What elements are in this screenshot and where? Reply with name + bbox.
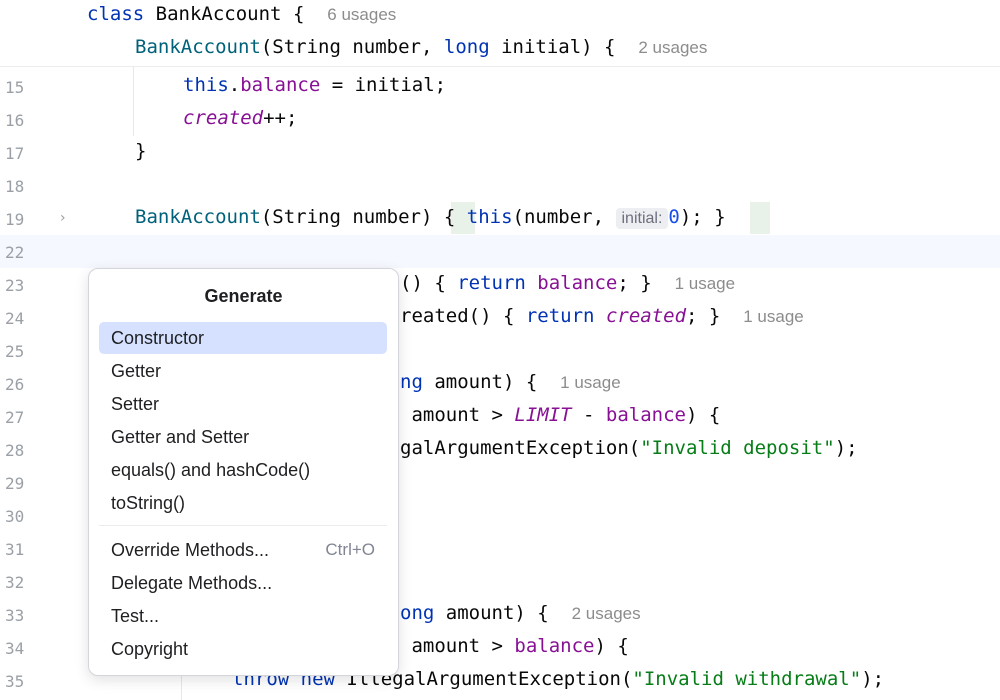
code-line-19: BankAccount(String number) { this(number…	[135, 206, 726, 229]
line-number: 34	[5, 639, 25, 658]
usage-hint[interactable]: 1 usage	[560, 373, 621, 392]
line-number: 18	[5, 177, 25, 196]
menu-item-tostring[interactable]: toString()	[99, 487, 387, 519]
code-line-34: amount > balance) {	[400, 635, 629, 657]
line-number: 23	[5, 276, 25, 295]
line-number: 15	[5, 78, 25, 97]
menu-item-copyright[interactable]: Copyright	[99, 633, 387, 665]
indent-guide	[133, 66, 134, 136]
code-line-16: created++;	[183, 107, 298, 129]
line-number: 25	[5, 342, 25, 361]
code-line-24: reated() { return created; } 1 usage	[400, 305, 804, 327]
usage-hint[interactable]: 2 usages	[572, 604, 641, 623]
menu-item-setter[interactable]: Setter	[99, 388, 387, 420]
line-number: 29	[5, 474, 25, 493]
sticky-line-constructor[interactable]: BankAccount(String number, long initial)…	[135, 36, 707, 58]
code-line-15: this.balance = initial;	[183, 74, 447, 96]
line-number: 33	[5, 606, 25, 625]
line-number: 35	[5, 672, 25, 691]
current-line-highlight	[0, 235, 1000, 268]
menu-item-test[interactable]: Test...	[99, 600, 387, 632]
code-line-33: ong amount) { 2 usages	[400, 602, 641, 624]
line-number: 30	[5, 507, 25, 526]
sticky-line-class[interactable]: class BankAccount { 6 usages	[87, 3, 396, 25]
code-line-23: () { return balance; } 1 usage	[400, 272, 736, 294]
line-number: 16	[5, 111, 25, 130]
usage-hint[interactable]: 1 usage	[675, 274, 736, 293]
folded-region-highlight	[750, 202, 770, 234]
line-number: 24	[5, 309, 25, 328]
line-number: 28	[5, 441, 25, 460]
menu-item-constructor[interactable]: Constructor	[99, 322, 387, 354]
line-number: 22	[5, 243, 25, 262]
menu-item-delegate-methods[interactable]: Delegate Methods...	[99, 567, 387, 599]
sticky-scroll-header[interactable]: class BankAccount { 6 usages BankAccount…	[0, 0, 1000, 67]
code-line-26: ng amount) { 1 usage	[400, 371, 621, 393]
menu-item-equals-hashcode[interactable]: equals() and hashCode()	[99, 454, 387, 486]
line-number: 17	[5, 144, 25, 163]
code-line-17: }	[135, 140, 147, 162]
shortcut-label: Ctrl+O	[325, 540, 375, 559]
line-number: 27	[5, 408, 25, 427]
line-number: 31	[5, 540, 25, 559]
usage-hint[interactable]: 6 usages	[327, 5, 396, 24]
popup-title: Generate	[204, 286, 283, 306]
menu-item-override-methods[interactable]: Override Methods... Ctrl+O	[99, 534, 387, 566]
generate-popup[interactable]: Generate Constructor Getter Setter Gette…	[88, 268, 399, 676]
usage-hint[interactable]: 1 usage	[743, 307, 804, 326]
parameter-hint: initial:	[615, 208, 669, 229]
menu-item-getter[interactable]: Getter	[99, 355, 387, 387]
code-line-28: galArgumentException("Invalid deposit");	[400, 437, 858, 459]
line-number: 32	[5, 573, 25, 592]
line-number: 26	[5, 375, 25, 394]
usage-hint[interactable]: 2 usages	[638, 38, 707, 57]
fold-chevron-icon[interactable]: ›	[60, 210, 66, 226]
menu-separator	[99, 525, 387, 526]
code-line-27: amount > LIMIT - balance) {	[400, 404, 721, 426]
menu-item-getter-and-setter[interactable]: Getter and Setter	[99, 421, 387, 453]
